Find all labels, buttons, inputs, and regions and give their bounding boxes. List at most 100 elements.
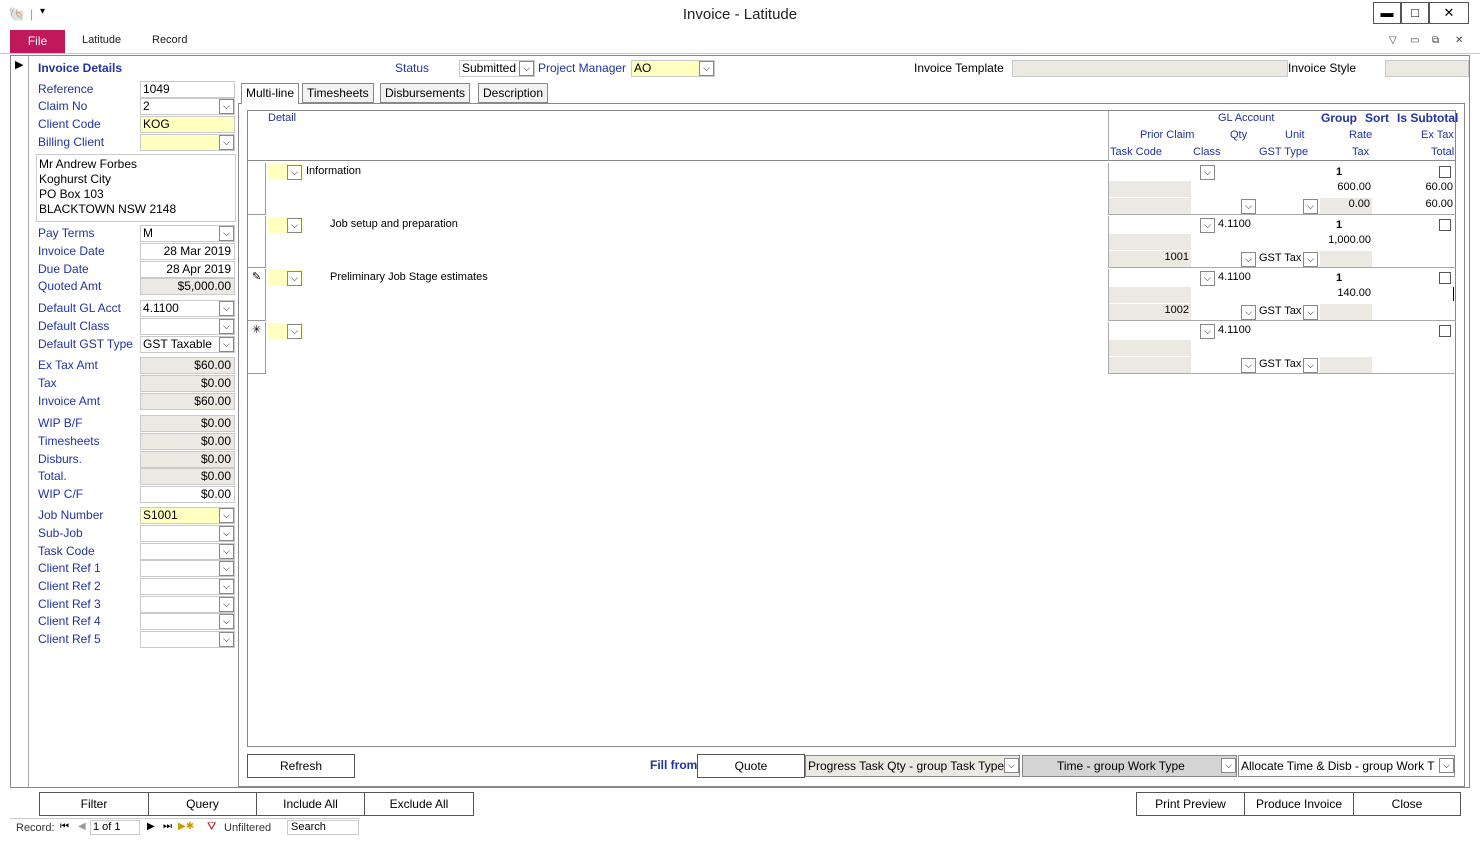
gl-dropdown-icon[interactable]: ⌵ xyxy=(1200,271,1215,286)
row-sort[interactable]: 1 xyxy=(1336,272,1342,284)
subtotal-checkbox[interactable] xyxy=(1439,272,1451,284)
row-group-dropdown-icon[interactable]: ⌵ xyxy=(287,165,302,180)
task-code-dropdown-icon[interactable]: ⌵ xyxy=(219,544,234,559)
last-record-icon[interactable]: ⏭ xyxy=(163,821,172,832)
allocate-fill-select[interactable]: Allocate Time & Disb - group Work T xyxy=(1238,755,1455,777)
row-group-dropdown-icon[interactable]: ⌵ xyxy=(287,324,302,339)
row-task-code[interactable]: 1001 xyxy=(1109,251,1191,267)
row-rate[interactable]: 600.00 xyxy=(1320,181,1371,193)
tab-multi-line[interactable]: Multi-line xyxy=(241,83,300,104)
close-window-button[interactable]: ✕ xyxy=(1429,2,1469,24)
class-dropdown-icon[interactable]: ⌵ xyxy=(1241,199,1256,214)
default-gl-dropdown-icon[interactable]: ⌵ xyxy=(219,301,234,316)
row-rate[interactable]: 140.00 xyxy=(1300,287,1371,299)
subtotal-checkbox[interactable] xyxy=(1439,325,1451,337)
default-class-dropdown-icon[interactable]: ⌵ xyxy=(219,319,234,334)
tab-disbursements[interactable]: Disbursements xyxy=(380,83,471,103)
maximize-button[interactable]: □ xyxy=(1401,2,1429,24)
progress-dropdown-icon[interactable]: ⌵ xyxy=(1004,758,1019,773)
restore-doc-icon[interactable]: ▭ xyxy=(1410,35,1419,46)
row-group-dropdown-icon[interactable]: ⌵ xyxy=(287,218,302,233)
address-box[interactable]: Mr Andrew Forbes Koghurst City PO Box 10… xyxy=(36,154,236,222)
job-number-dropdown-icon[interactable]: ⌵ xyxy=(219,508,234,523)
row-detail[interactable]: Information xyxy=(306,165,361,177)
include-all-button[interactable]: Include All xyxy=(256,792,365,816)
tab-timesheets[interactable]: Timesheets xyxy=(302,83,374,103)
close-doc-icon[interactable]: ✕ xyxy=(1455,35,1463,46)
minimize-button[interactable]: ▬ xyxy=(1373,2,1401,24)
new-record-nav-icon[interactable]: ▶✱ xyxy=(178,821,194,832)
invoice-date-field[interactable]: 28 Mar 2019 xyxy=(140,243,235,260)
client-ref3-dropdown-icon[interactable]: ⌵ xyxy=(219,597,234,612)
subtotal-checkbox[interactable] xyxy=(1439,166,1451,178)
row-gl[interactable]: 4.1100 xyxy=(1218,271,1251,283)
row-detail[interactable]: Job setup and preparation xyxy=(330,218,458,230)
file-tab[interactable]: File xyxy=(10,30,65,53)
gst-dropdown-icon[interactable]: ⌵ xyxy=(1303,305,1318,320)
pay-terms-dropdown-icon[interactable]: ⌵ xyxy=(219,226,234,241)
filter-status[interactable]: Unfiltered xyxy=(224,822,271,834)
time-fill-select[interactable]: Time - group Work Type xyxy=(1022,755,1237,777)
subjob-dropdown-icon[interactable]: ⌵ xyxy=(219,526,234,541)
class-dropdown-icon[interactable]: ⌵ xyxy=(1241,305,1256,320)
tab-description[interactable]: Description xyxy=(478,83,549,103)
produce-invoice-button[interactable]: Produce Invoice xyxy=(1244,792,1354,816)
reference-field[interactable]: 1049 xyxy=(140,81,235,98)
filter-button[interactable]: Filter xyxy=(39,792,149,816)
gl-dropdown-icon[interactable]: ⌵ xyxy=(1200,324,1215,339)
record-selector[interactable] xyxy=(11,56,29,787)
ribbon-collapse-icon[interactable]: ▽ xyxy=(1389,35,1397,46)
row-gl[interactable]: 4.1100 xyxy=(1218,324,1251,336)
row-group-dropdown-icon[interactable]: ⌵ xyxy=(287,271,302,286)
subtotal-checkbox[interactable] xyxy=(1439,219,1451,231)
progress-fill-select[interactable]: Progress Task Qty - group Task Type xyxy=(805,755,1020,777)
template-field[interactable] xyxy=(1012,60,1288,77)
class-dropdown-icon[interactable]: ⌵ xyxy=(1241,252,1256,267)
client-code-field[interactable]: KOG xyxy=(140,116,235,133)
class-dropdown-icon[interactable]: ⌵ xyxy=(1241,358,1256,373)
client-ref5-dropdown-icon[interactable]: ⌵ xyxy=(219,632,234,647)
pm-dropdown-icon[interactable]: ⌵ xyxy=(699,61,714,76)
print-preview-button[interactable]: Print Preview xyxy=(1136,792,1245,816)
close-button[interactable]: Close xyxy=(1353,792,1461,816)
row-rate[interactable]: 1,000.00 xyxy=(1300,234,1371,246)
gl-dropdown-icon[interactable]: ⌵ xyxy=(1200,218,1215,233)
row-gst[interactable]: GST Tax xyxy=(1259,358,1301,370)
row-gl[interactable]: 4.1100 xyxy=(1218,218,1251,230)
latitude-tab[interactable]: Latitude xyxy=(82,34,121,46)
gst-dropdown-icon[interactable]: ⌵ xyxy=(1303,358,1318,373)
row-gst[interactable]: GST Tax xyxy=(1259,252,1301,264)
row-sort[interactable]: 1 xyxy=(1336,219,1342,231)
row-sort[interactable]: 1 xyxy=(1336,166,1342,178)
tile-doc-icon[interactable]: ⧉ xyxy=(1432,35,1439,46)
due-date-field[interactable]: 28 Apr 2019 xyxy=(140,261,235,278)
row-gst[interactable]: GST Tax xyxy=(1259,305,1301,317)
row-selector[interactable] xyxy=(248,216,266,268)
client-ref4-dropdown-icon[interactable]: ⌵ xyxy=(219,614,234,629)
style-field[interactable] xyxy=(1385,60,1469,77)
row-selector[interactable] xyxy=(248,163,266,215)
next-record-icon[interactable]: ▶ xyxy=(147,821,155,832)
status-dropdown-icon[interactable]: ⌵ xyxy=(519,61,534,76)
record-position[interactable]: 1 of 1 xyxy=(90,820,140,835)
default-gst-dropdown-icon[interactable]: ⌵ xyxy=(219,337,234,352)
gl-dropdown-icon[interactable]: ⌵ xyxy=(1200,165,1215,180)
client-ref1-dropdown-icon[interactable]: ⌵ xyxy=(219,561,234,576)
first-record-icon[interactable]: ⏮ xyxy=(60,821,69,832)
query-button[interactable]: Query xyxy=(148,792,257,816)
quote-button[interactable]: Quote xyxy=(697,754,805,778)
claim-dropdown-icon[interactable]: ⌵ xyxy=(219,99,234,114)
billing-dropdown-icon[interactable]: ⌵ xyxy=(219,135,234,150)
exclude-all-button[interactable]: Exclude All xyxy=(364,792,474,816)
time-dropdown-icon[interactable]: ⌵ xyxy=(1221,758,1236,773)
row-detail[interactable]: Preliminary Job Stage estimates xyxy=(330,271,488,283)
row-task-code[interactable]: 1002 xyxy=(1109,304,1191,320)
allocate-dropdown-icon[interactable]: ⌵ xyxy=(1439,758,1454,773)
prev-record-icon[interactable]: ◀ xyxy=(78,821,86,832)
record-tab[interactable]: Record xyxy=(152,34,187,46)
client-ref2-dropdown-icon[interactable]: ⌵ xyxy=(219,579,234,594)
search-input[interactable]: Search xyxy=(287,820,359,835)
gst-dropdown-icon[interactable]: ⌵ xyxy=(1303,252,1318,267)
gst-dropdown-icon[interactable]: ⌵ xyxy=(1303,199,1318,214)
refresh-button[interactable]: Refresh xyxy=(247,754,355,778)
